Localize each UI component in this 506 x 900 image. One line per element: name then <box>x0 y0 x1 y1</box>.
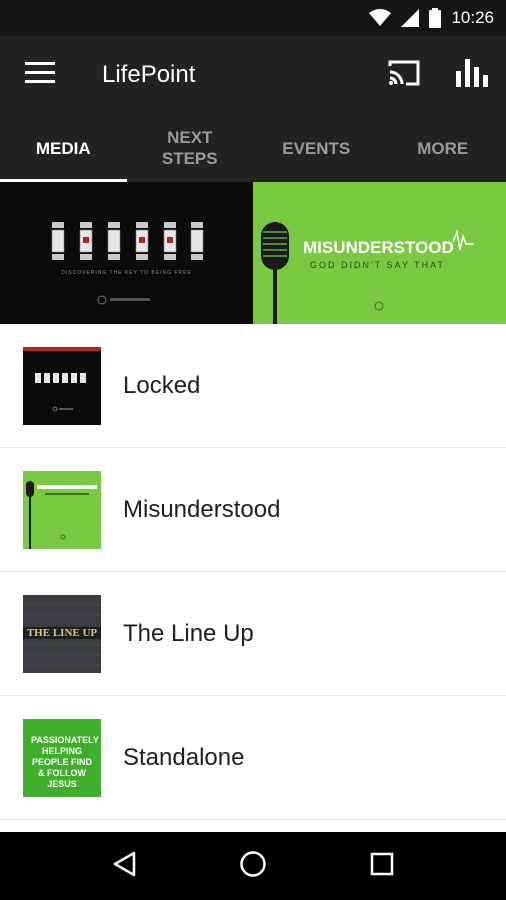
recents-icon <box>370 852 394 881</box>
cast-icon <box>387 59 421 92</box>
misunderstood-thumbnail <box>23 470 101 549</box>
signal-icon <box>401 9 420 27</box>
recents-button[interactable] <box>352 836 412 896</box>
tab-next-steps[interactable]: NEXT STEPS <box>127 114 254 182</box>
list-item-standalone[interactable]: PASSIONATELY HELPING PEOPLE FIND & FOLLO… <box>0 696 506 820</box>
featured-banner: DISCOVERING THE KEY TO BEING FREE MISUND… <box>0 182 506 324</box>
list-item-label: Locked <box>123 371 201 399</box>
list-item-label: Standalone <box>123 743 245 771</box>
tab-events[interactable]: EVENTS <box>253 114 380 182</box>
misunderstood-banner-subtitle: GOD DIDN'T SAY THAT <box>310 260 445 270</box>
list-item-the-line-up[interactable]: THE LINE UP The Line Up <box>0 572 506 696</box>
standalone-thumbnail-text: PASSIONATELY HELPING PEOPLE FIND & FOLLO… <box>31 734 99 789</box>
list-item-locked[interactable]: Locked <box>0 324 506 448</box>
cast-button[interactable] <box>370 36 438 114</box>
tab-bar: MEDIA NEXT STEPS EVENTS MORE <box>0 114 506 182</box>
tab-next-steps-label: NEXT STEPS <box>161 128 218 168</box>
standalone-thumbnail: PASSIONATELY HELPING PEOPLE FIND & FOLLO… <box>23 718 101 797</box>
lineup-thumbnail-text: THE LINE UP <box>26 626 98 639</box>
system-nav-bar <box>0 832 506 900</box>
menu-icon <box>25 61 55 89</box>
list-item-label: The Line Up <box>123 619 254 647</box>
back-icon <box>112 851 136 882</box>
locked-artwork <box>0 182 253 324</box>
misunderstood-banner-title: MISUNDERSTOOD <box>303 238 454 257</box>
tab-media[interactable]: MEDIA <box>0 114 127 182</box>
status-time: 10:26 <box>451 8 494 27</box>
home-button[interactable] <box>223 836 283 896</box>
featured-misunderstood-card[interactable]: MISUNDERSTOOD GOD DIDN'T SAY THAT <box>253 182 506 324</box>
featured-locked-card[interactable]: DISCOVERING THE KEY TO BEING FREE <box>0 182 253 324</box>
equalizer-icon <box>456 58 488 92</box>
tab-more[interactable]: MORE <box>380 114 506 182</box>
battery-icon <box>429 8 442 28</box>
series-list: Locked Misunderstood THE LINE UP The Lin… <box>0 324 506 820</box>
app-bar: LifePoint <box>0 36 506 114</box>
list-item-misunderstood[interactable]: Misunderstood <box>0 448 506 572</box>
lineup-thumbnail: THE LINE UP <box>23 594 101 673</box>
wifi-icon <box>369 9 392 27</box>
equalizer-button[interactable] <box>438 36 506 114</box>
locked-thumbnail <box>23 346 101 425</box>
status-bar: 10:26 <box>0 0 506 36</box>
home-icon <box>239 850 267 883</box>
locked-banner-subtitle: DISCOVERING THE KEY TO BEING FREE <box>61 270 192 276</box>
back-button[interactable] <box>94 836 154 896</box>
list-item-label: Misunderstood <box>123 495 281 523</box>
app-title: LifePoint <box>102 61 196 88</box>
menu-button[interactable] <box>0 36 80 114</box>
